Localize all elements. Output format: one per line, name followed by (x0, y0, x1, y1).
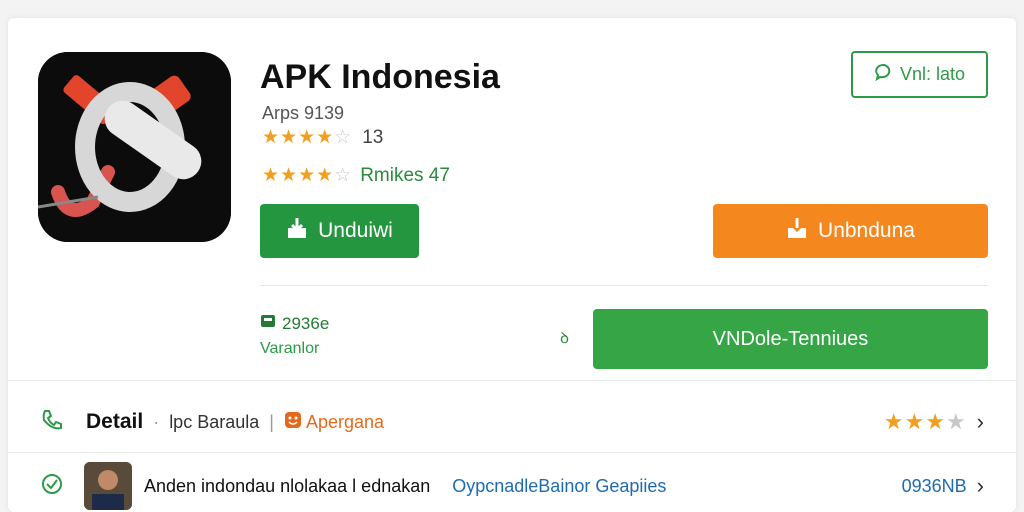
outline-action-button[interactable]: Vnl: lato (851, 51, 988, 98)
rating-summary: ★★★★☆ 13 (262, 126, 383, 149)
check-circle-icon (40, 472, 64, 501)
version-label: Varanlor (260, 340, 320, 357)
detail-tab-1[interactable]: lpc Baraula (169, 412, 259, 433)
storage-icon (260, 313, 276, 334)
detail-tab-2[interactable]: Apergana (284, 411, 384, 434)
developer-name: Anden indondau nlolakaa l ednakan (144, 475, 431, 496)
reviews-summary: ★★★★☆ Rmikes 47 (262, 164, 450, 187)
chat-bubble-icon (874, 62, 894, 87)
detail-rating-stars: ★★★★ (883, 409, 967, 434)
file-size: 2936e (260, 313, 329, 334)
separator: | (269, 411, 274, 432)
detail-heading: Detail (86, 410, 144, 433)
download-icon (286, 216, 308, 246)
rating-count: 13 (362, 126, 384, 148)
download-button[interactable]: Unduiwi (260, 204, 419, 258)
download-button-label: Unduiwi (318, 219, 393, 242)
detail-tab-2-label: Apergana (305, 411, 385, 432)
outline-action-label: Vnl: lato (899, 64, 966, 84)
alt-download-button[interactable]: Unbnduna (713, 204, 988, 258)
row-divider (8, 452, 1016, 453)
reviews-text[interactable]: Rmikes 47 (360, 165, 450, 187)
chevron-right-icon[interactable]: › (977, 409, 984, 435)
separator-dot: · (153, 411, 160, 432)
developer-link[interactable]: OypcnadleBainor Geapiies (452, 476, 666, 497)
primary-action-button[interactable]: VNDole-Tenniues (593, 309, 988, 369)
file-size-value: 2936e (282, 313, 330, 333)
alt-download-label: Unbnduna (818, 219, 915, 242)
app-logo-icon (38, 52, 231, 242)
rating-stars: ★★★★☆ (262, 127, 353, 148)
section-divider (260, 285, 988, 286)
download-icon (786, 216, 808, 246)
row-divider (8, 380, 1016, 381)
avatar (84, 462, 132, 510)
detail-row: Detail · lpc Baraula | Apergana ★★★★ › (40, 404, 984, 440)
app-title: APK Indonesia (260, 58, 500, 96)
chevron-right-icon[interactable]: › (977, 473, 984, 499)
face-icon (284, 411, 302, 434)
phone-icon (40, 408, 64, 437)
review-stars: ★★★★☆ (262, 165, 353, 186)
info-icon: ꝺ (560, 330, 569, 347)
app-subtitle: Arps 9139 (262, 103, 345, 123)
developer-count: 0936NB (901, 475, 967, 496)
primary-action-label: VNDole-Tenniues (712, 327, 869, 350)
developer-row[interactable]: Anden indondau nlolakaa l ednakan Oypcna… (40, 462, 984, 510)
